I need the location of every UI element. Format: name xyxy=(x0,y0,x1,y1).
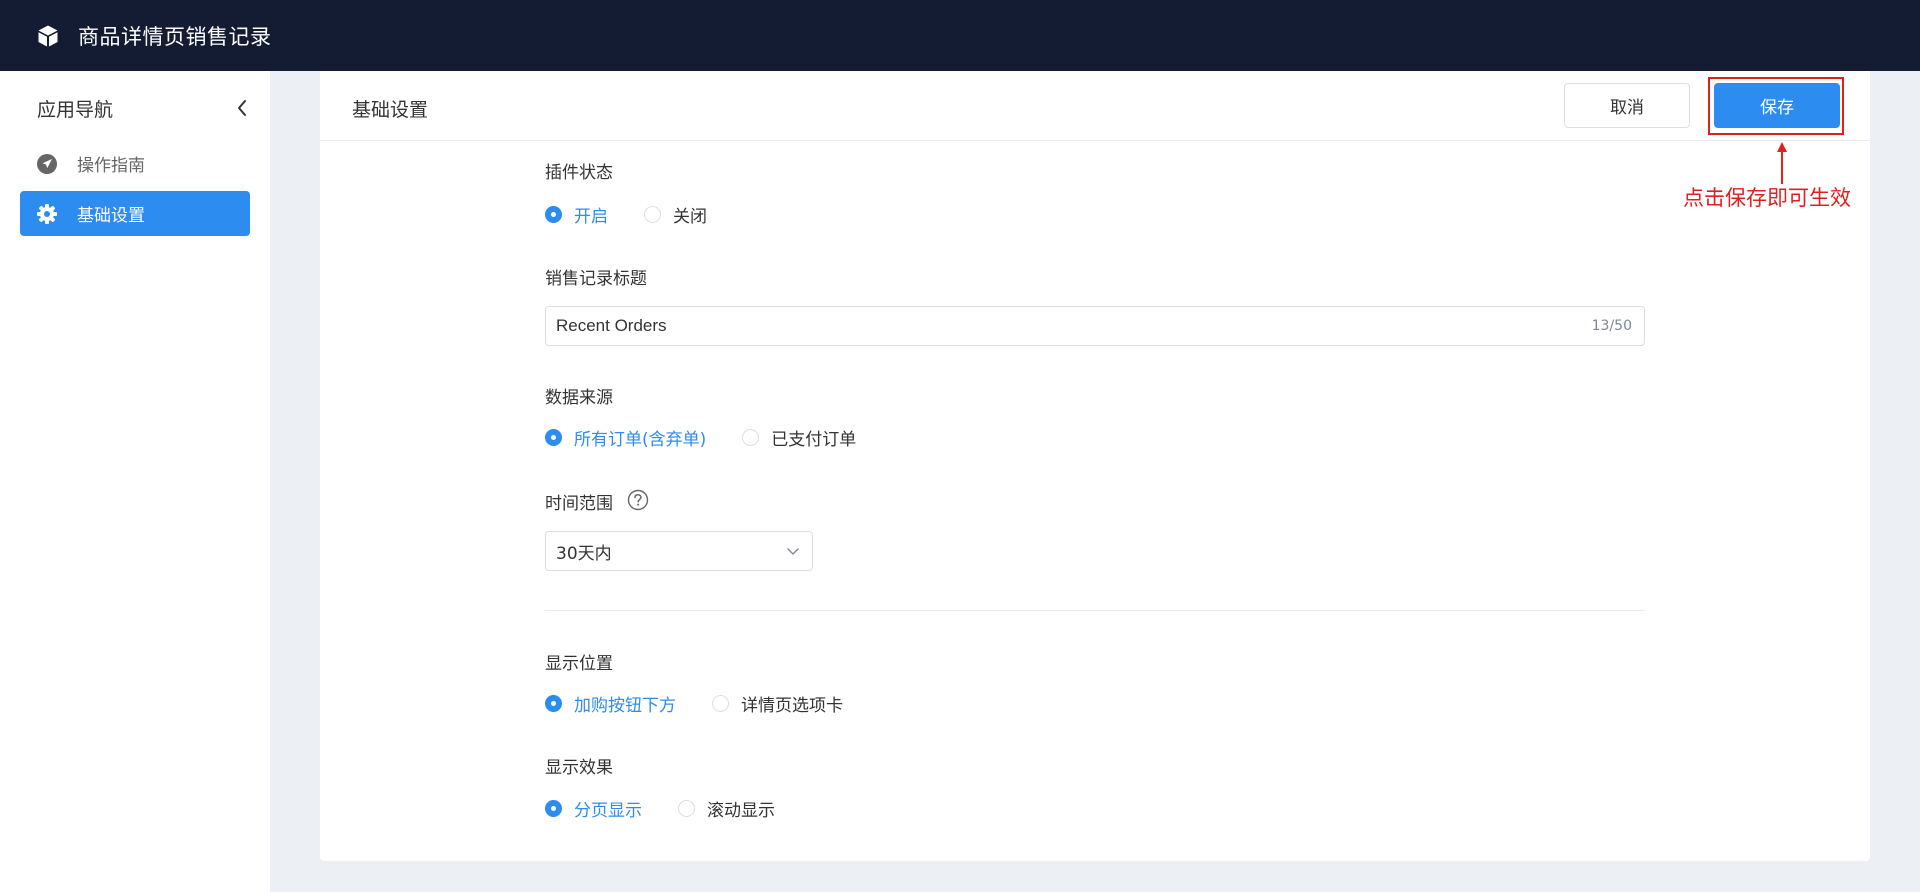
display-effect-label: 显示效果 xyxy=(545,758,613,778)
display-effect-paged-radio[interactable]: 分页显示 xyxy=(545,796,642,821)
radio-label: 滚动显示 xyxy=(707,801,775,821)
radio-unchecked-icon xyxy=(644,206,661,223)
question-circle-icon[interactable] xyxy=(627,489,649,511)
navigation-arrow-icon xyxy=(36,153,58,175)
cube-icon xyxy=(38,25,58,46)
settings-card: 基础设置 取消 保存 xyxy=(320,71,1870,861)
data-source-radio-group: 所有订单(含弃单) 已支付订单 xyxy=(545,425,892,450)
chevron-left-icon xyxy=(238,100,246,116)
plugin-status-label: 插件状态 xyxy=(545,163,613,183)
chevron-down-icon xyxy=(787,548,799,555)
time-range-label: 时间范围 xyxy=(545,494,613,514)
display-effect-scroll-radio[interactable]: 滚动显示 xyxy=(678,796,775,821)
display-position-tab-radio[interactable]: 详情页选项卡 xyxy=(712,691,843,716)
radio-label: 所有订单(含弃单) xyxy=(574,430,707,450)
save-annotation-text: 点击保存即可生效 xyxy=(1683,186,1851,210)
radio-unchecked-icon xyxy=(712,695,729,712)
display-position-label: 显示位置 xyxy=(545,654,613,674)
radio-unchecked-icon xyxy=(742,429,760,446)
cancel-button[interactable]: 取消 xyxy=(1564,83,1690,128)
display-position-below-cart-radio[interactable]: 加购按钮下方 xyxy=(545,691,676,716)
sidebar-item-guide[interactable]: 操作指南 xyxy=(20,141,250,186)
time-range-value: 30天内 xyxy=(556,543,612,564)
radio-label: 关闭 xyxy=(673,207,707,227)
radio-label: 开启 xyxy=(574,207,608,227)
annotation-arrow-icon xyxy=(1777,142,1787,184)
sales-title-input[interactable] xyxy=(556,316,1592,336)
gear-icon xyxy=(36,203,58,225)
radio-label: 已支付订单 xyxy=(771,430,857,450)
radio-unchecked-icon xyxy=(678,800,695,817)
section-divider xyxy=(545,610,1645,611)
sidebar-item-label: 基础设置 xyxy=(77,206,145,226)
sidebar: 应用导航 操作指南 基础设置 xyxy=(0,71,270,892)
character-counter: 13/50 xyxy=(1591,318,1632,334)
page-title: 基础设置 xyxy=(352,99,429,121)
data-source-all-orders-radio[interactable]: 所有订单(含弃单) xyxy=(545,425,706,450)
sales-title-label: 销售记录标题 xyxy=(545,269,647,289)
radio-checked-icon xyxy=(545,429,562,446)
collapse-sidebar-button[interactable] xyxy=(232,98,252,118)
sidebar-item-settings[interactable]: 基础设置 xyxy=(20,191,250,236)
plugin-status-radio-group: 开启 关闭 xyxy=(545,202,743,227)
sidebar-header: 应用导航 xyxy=(37,93,252,123)
sales-title-input-wrapper: 13/50 xyxy=(545,306,1645,346)
plugin-status-on-radio[interactable]: 开启 xyxy=(545,202,608,227)
app-title: 商品详情页销售记录 xyxy=(78,24,272,49)
save-button[interactable]: 保存 xyxy=(1714,83,1840,128)
data-source-paid-orders-radio[interactable]: 已支付订单 xyxy=(742,425,856,450)
display-effect-radio-group: 分页显示 滚动显示 xyxy=(545,796,811,821)
display-position-radio-group: 加购按钮下方 详情页选项卡 xyxy=(545,691,879,716)
radio-checked-icon xyxy=(545,695,562,712)
time-range-select[interactable]: 30天内 xyxy=(545,531,813,571)
plugin-status-off-radio[interactable]: 关闭 xyxy=(644,202,707,227)
radio-label: 分页显示 xyxy=(574,801,642,821)
top-bar: 商品详情页销售记录 xyxy=(0,0,1920,71)
radio-checked-icon xyxy=(545,206,562,223)
radio-label: 加购按钮下方 xyxy=(574,696,676,716)
sidebar-title: 应用导航 xyxy=(37,98,114,121)
radio-label: 详情页选项卡 xyxy=(741,696,843,716)
data-source-label: 数据来源 xyxy=(545,388,613,408)
sidebar-item-label: 操作指南 xyxy=(77,156,145,176)
radio-checked-icon xyxy=(545,800,562,817)
card-header: 基础设置 取消 保存 xyxy=(320,71,1870,141)
